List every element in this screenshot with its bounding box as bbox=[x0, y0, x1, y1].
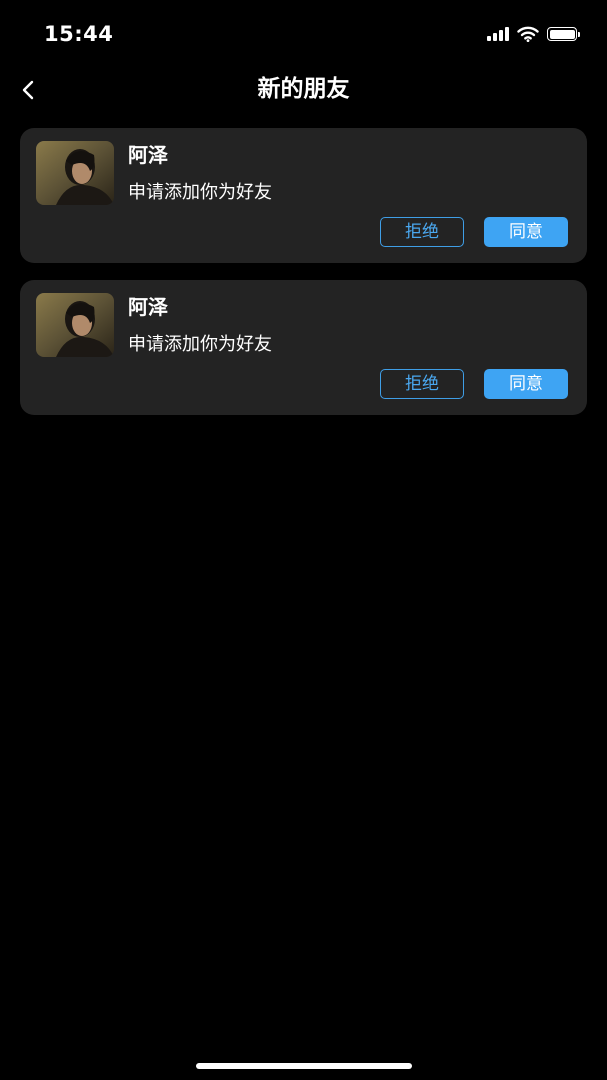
status-icons bbox=[487, 24, 580, 44]
request-message: 申请添加你为好友 bbox=[128, 182, 272, 203]
friend-request-list: 阿泽 申请添加你为好友 拒绝 同意 阿泽 申请添加你为好友 拒绝 同意 bbox=[20, 128, 587, 432]
signal-icon bbox=[487, 27, 509, 41]
status-bar: 15:44 bbox=[0, 0, 607, 66]
page-title: 新的朋友 bbox=[257, 76, 350, 102]
friend-request-card: 阿泽 申请添加你为好友 拒绝 同意 bbox=[20, 280, 587, 415]
reject-button[interactable]: 拒绝 bbox=[380, 369, 464, 399]
accept-button[interactable]: 同意 bbox=[484, 369, 568, 399]
accept-button[interactable]: 同意 bbox=[484, 217, 568, 247]
request-message: 申请添加你为好友 bbox=[128, 334, 272, 355]
reject-button[interactable]: 拒绝 bbox=[380, 217, 464, 247]
friend-request-card: 阿泽 申请添加你为好友 拒绝 同意 bbox=[20, 128, 587, 263]
friend-name: 阿泽 bbox=[128, 295, 168, 319]
nav-bar: 新的朋友 bbox=[0, 66, 607, 112]
friend-name: 阿泽 bbox=[128, 143, 168, 167]
status-time: 15:44 bbox=[44, 22, 114, 46]
home-indicator bbox=[196, 1063, 412, 1069]
avatar[interactable] bbox=[36, 141, 114, 205]
avatar[interactable] bbox=[36, 293, 114, 357]
wifi-icon bbox=[517, 26, 539, 42]
battery-icon bbox=[547, 27, 580, 41]
